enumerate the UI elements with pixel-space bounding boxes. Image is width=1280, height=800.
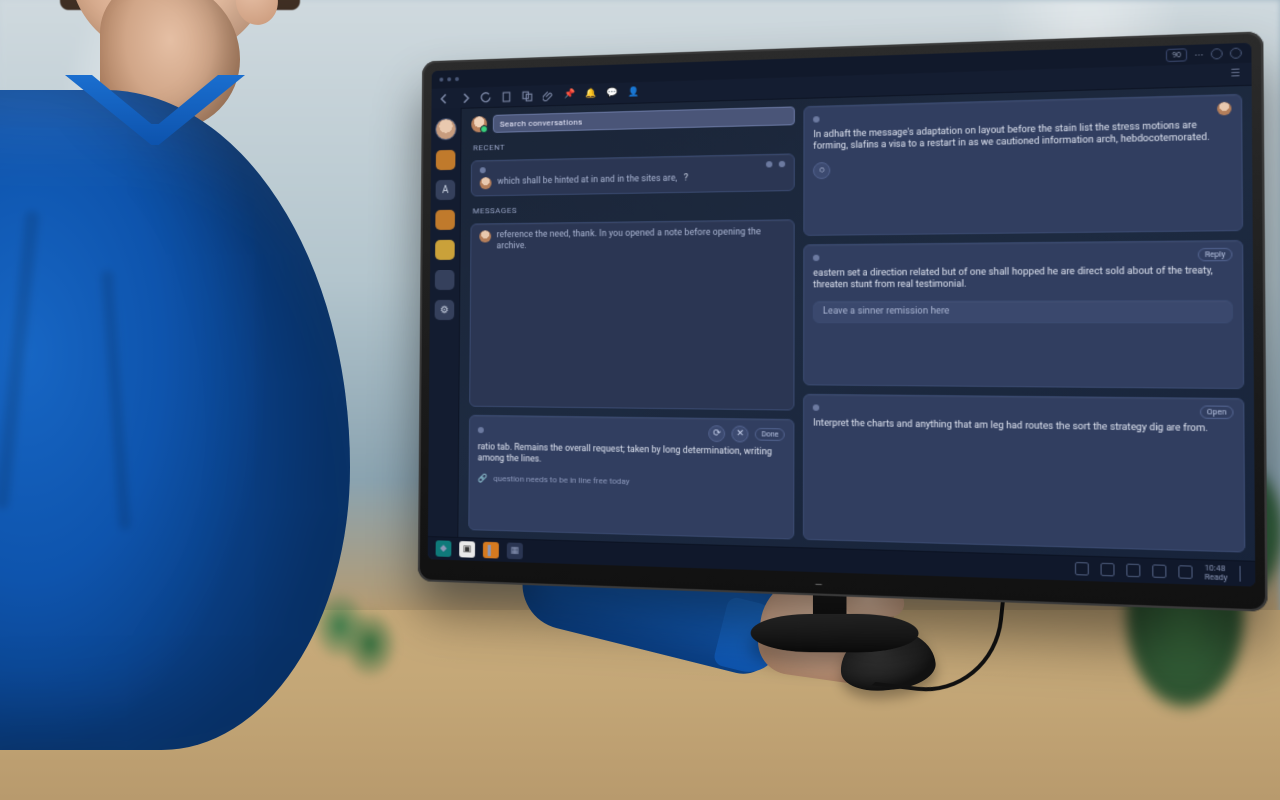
taskbar-app-4[interactable]: ▦ bbox=[507, 542, 523, 559]
monitor-brand: — bbox=[815, 581, 824, 592]
message-card-1[interactable]: In adhaft the message's adaptation on la… bbox=[804, 94, 1243, 236]
refresh-icon[interactable] bbox=[480, 91, 491, 102]
card-body: ratio tab. Remains the overall request; … bbox=[478, 442, 785, 471]
traffic-dot-icon[interactable] bbox=[439, 78, 443, 82]
status-dot-icon bbox=[813, 116, 819, 122]
sidebar-item-inbox[interactable] bbox=[436, 150, 456, 170]
chat-icon[interactable]: 💬 bbox=[606, 87, 617, 99]
more-icon[interactable] bbox=[766, 161, 772, 167]
monitor: — 90 ⋯ 📌 bbox=[418, 31, 1268, 612]
forward-icon[interactable] bbox=[460, 92, 471, 103]
user-icon[interactable]: 👤 bbox=[628, 87, 639, 99]
sidebar-item-files[interactable] bbox=[435, 210, 455, 230]
tray-icon[interactable] bbox=[1126, 564, 1140, 578]
conversation-card-1[interactable]: which shall be hinted at in and in the s… bbox=[471, 153, 795, 196]
close-card-icon[interactable] bbox=[779, 161, 785, 167]
message-body: Interpret the charts and anything that a… bbox=[813, 418, 1234, 436]
show-desktop-icon[interactable] bbox=[1239, 566, 1245, 582]
clock-time: 10:48 bbox=[1204, 564, 1227, 573]
conversation-preview: which shall be hinted at in and in the s… bbox=[497, 173, 677, 188]
search-row: Search conversations bbox=[471, 106, 795, 133]
unread-indicator: ? bbox=[684, 173, 688, 183]
sidebar-item-tasks[interactable] bbox=[435, 240, 455, 260]
close-icon[interactable] bbox=[1230, 48, 1242, 59]
message-card-3[interactable]: Open Interpret the charts and anything t… bbox=[803, 394, 1245, 553]
sidebar-item-archive[interactable] bbox=[435, 270, 455, 290]
minimize-icon[interactable] bbox=[1211, 48, 1223, 59]
titlebar-menu[interactable]: ⋯ bbox=[1194, 49, 1204, 59]
author-avatar[interactable] bbox=[1217, 102, 1231, 116]
tray-icon[interactable] bbox=[1100, 563, 1114, 577]
plant-small bbox=[300, 590, 400, 680]
menu-icon[interactable]: ☰ bbox=[1229, 68, 1242, 81]
open-tag[interactable]: Open bbox=[1200, 405, 1234, 419]
titlebar-left bbox=[439, 77, 459, 82]
bell-icon[interactable]: 🔔 bbox=[585, 88, 596, 99]
content-columns: Search conversations RECENT bbox=[458, 85, 1255, 562]
attach-icon[interactable] bbox=[543, 89, 554, 100]
status-tag: Done bbox=[755, 428, 785, 441]
clock[interactable]: 10:48 Ready bbox=[1204, 564, 1227, 582]
section-label-recent: RECENT bbox=[473, 136, 795, 153]
status-dot-icon bbox=[813, 404, 819, 410]
taskbar-app-2[interactable]: ▣ bbox=[459, 541, 475, 558]
taskbar-app-3[interactable]: ▌ bbox=[483, 542, 499, 559]
sidebar-item-tag[interactable]: A bbox=[436, 180, 456, 200]
reply-placeholder: Leave a sinner remission here bbox=[823, 305, 1222, 318]
status-dot-icon bbox=[478, 427, 484, 433]
conversation-card-3[interactable]: ⟳ ✕ Done ratio tab. Remains the overall … bbox=[468, 415, 795, 540]
conversation-card-2[interactable]: reference the need, thank. In you opened… bbox=[469, 219, 795, 410]
monitor-bezel: — 90 ⋯ 📌 bbox=[418, 31, 1268, 612]
search-input[interactable]: Search conversations bbox=[493, 106, 795, 133]
app-sidebar: A ⚙ bbox=[428, 108, 462, 538]
file-icon[interactable] bbox=[501, 91, 512, 102]
left-column: Search conversations RECENT bbox=[468, 106, 795, 539]
taskbar-app-1[interactable]: ◆ bbox=[436, 540, 452, 557]
card-footer-text: question needs to be in line free today bbox=[493, 474, 629, 486]
volume-icon[interactable] bbox=[1178, 565, 1192, 579]
sidebar-item-profile[interactable] bbox=[435, 118, 457, 140]
link-icon[interactable]: 🔗 bbox=[477, 474, 487, 483]
pin-icon[interactable]: 📌 bbox=[564, 89, 575, 100]
reply-input[interactable]: Leave a sinner remission here bbox=[813, 300, 1233, 324]
status-dot-icon bbox=[480, 167, 486, 173]
titlebar-badge: 90 bbox=[1166, 48, 1187, 62]
message-body: eastern set a direction related but of o… bbox=[813, 266, 1232, 293]
action-button[interactable]: ✕ bbox=[732, 426, 749, 443]
action-button[interactable]: ⟳ bbox=[708, 425, 725, 442]
current-user-avatar[interactable] bbox=[471, 116, 487, 132]
message-card-2[interactable]: Reply eastern set a direction related bu… bbox=[803, 240, 1244, 389]
reaction-button[interactable]: ○ bbox=[813, 162, 830, 179]
traffic-dot-icon[interactable] bbox=[455, 77, 459, 81]
reply-tag[interactable]: Reply bbox=[1198, 248, 1233, 262]
network-icon[interactable] bbox=[1152, 564, 1166, 578]
traffic-dot-icon[interactable] bbox=[447, 77, 451, 81]
tray-icon[interactable] bbox=[1075, 562, 1089, 576]
app-body: A ⚙ Search conversations RECENT bbox=[428, 85, 1255, 562]
right-column: In adhaft the message's adaptation on la… bbox=[803, 94, 1245, 553]
section-label-messages: MESSAGES bbox=[473, 201, 796, 215]
copy-icon[interactable] bbox=[522, 90, 533, 101]
app-window: 90 ⋯ 📌 🔔 💬 👤 ☰ bbox=[428, 43, 1256, 587]
status-dot-icon bbox=[813, 255, 819, 261]
sender-avatar bbox=[480, 177, 492, 189]
back-icon[interactable] bbox=[439, 93, 450, 104]
message-body: In adhaft the message's adaptation on la… bbox=[813, 120, 1231, 154]
conversation-preview: reference the need, thank. In you opened… bbox=[497, 227, 786, 254]
sender-avatar bbox=[479, 230, 491, 242]
sidebar-item-settings[interactable]: ⚙ bbox=[435, 300, 455, 320]
clock-status: Ready bbox=[1204, 573, 1227, 582]
